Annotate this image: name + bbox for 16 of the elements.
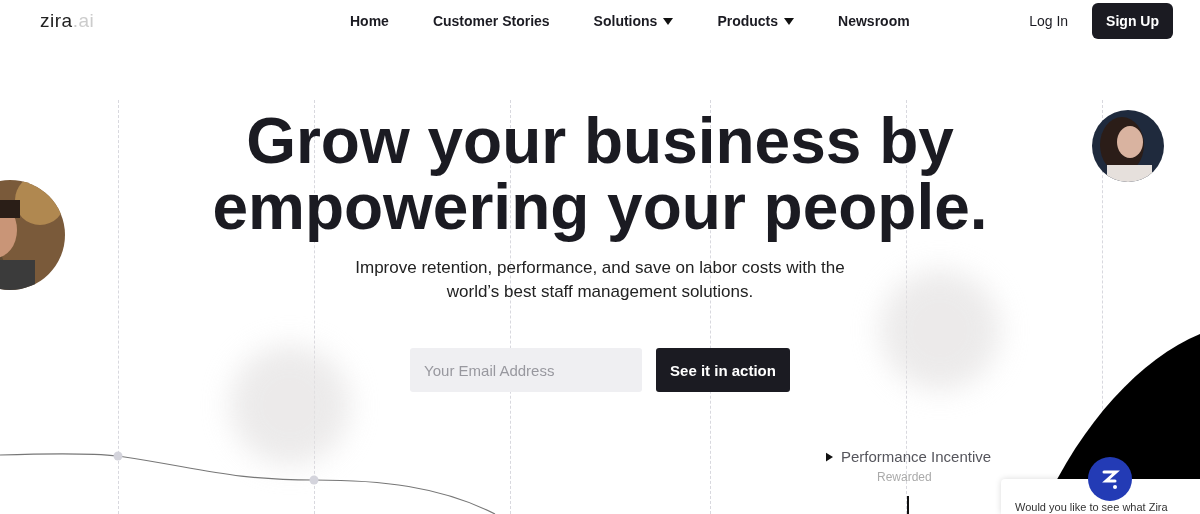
chat-logo-icon[interactable] (1088, 457, 1132, 501)
nav-link[interactable]: Customer Stories (432, 13, 550, 29)
hero-title: Grow your business by empowering your people. (211, 108, 989, 240)
nav-dropdown[interactable]: Products (717, 13, 795, 29)
timeline-sublabel: Rewarded (877, 470, 932, 484)
cta-button[interactable]: See it in action (656, 348, 790, 392)
nav-link[interactable]: Home (350, 13, 389, 29)
chat-message: Would you like to see what Zira (1014, 500, 1169, 513)
hero-subtitle: Improve retention, performance, and save on labor costs with the world’s best staff management solutions. (354, 257, 846, 303)
timeline-label: Performance Incentive (841, 448, 992, 465)
nav-link[interactable]: Newsroom (838, 13, 910, 29)
play-icon (826, 451, 833, 462)
nav-dropdown[interactable]: Solutions (593, 13, 674, 29)
email-field[interactable]: Your Email Address (410, 348, 643, 392)
signup-button[interactable]: Sign Up (1092, 3, 1173, 39)
login-link[interactable]: Log In (1029, 13, 1069, 29)
